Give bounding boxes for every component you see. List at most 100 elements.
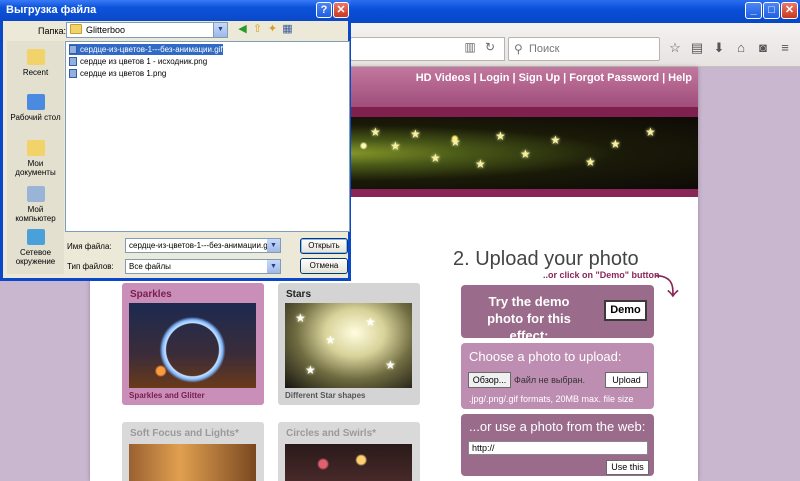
star-icon: ★ <box>645 125 656 139</box>
chevron-down-icon[interactable]: ▼ <box>267 239 280 252</box>
star-icon: ★ <box>610 137 621 151</box>
view-menu-icon[interactable]: ▦ <box>280 22 295 35</box>
chevron-down-icon[interactable]: ▼ <box>267 260 280 273</box>
back-icon[interactable]: ◀ <box>235 22 250 35</box>
new-folder-icon[interactable]: ✦ <box>265 22 280 35</box>
place-recent[interactable]: Recent <box>7 49 64 77</box>
curved-arrow-icon: ⤵ <box>655 274 679 301</box>
demo-panel: Try the demo photo for this effect: Demo <box>461 285 654 343</box>
web-photo-panel: ...or use a photo from the web: http:// … <box>461 414 654 476</box>
star-icon: ★ <box>370 125 381 139</box>
top-links: HD Videos | Login | Sign Up | Forgot Password |… <box>416 72 692 84</box>
pocket-icon[interactable]: ◙ <box>752 40 774 55</box>
toolbar-icons: ☆ ▤ ⬇ ⌂ ◙ ≡ <box>664 40 796 56</box>
separator: | <box>473 72 477 84</box>
computer-icon <box>26 186 45 202</box>
link-login[interactable]: Login <box>480 72 510 84</box>
separator: | <box>563 72 567 84</box>
effect-title: Circles and Swirls* <box>286 428 377 439</box>
browse-button[interactable]: Обзор... <box>468 372 511 388</box>
star-icon: ★ <box>430 151 441 165</box>
effect-card-sparkles[interactable]: Sparkles Sparkles and Glitter <box>122 283 264 405</box>
effect-card-circles[interactable]: Circles and Swirls* <box>278 422 420 481</box>
url-title: ...or use a photo from the web: <box>469 419 646 434</box>
use-this-button[interactable]: Use this <box>606 460 649 475</box>
no-file-text: Файл не выбран. <box>514 375 585 385</box>
effect-thumbnail <box>285 444 412 481</box>
star-icon: ★ <box>585 155 596 169</box>
chevron-down-icon[interactable]: ▼ <box>213 23 227 37</box>
file-type-label: Тип файлов: <box>67 262 114 271</box>
star-icon: ★ <box>385 358 396 372</box>
up-folder-icon[interactable]: ⇧ <box>250 22 265 35</box>
file-type-value: Все файлы <box>129 262 171 271</box>
download-icon[interactable]: ⬇ <box>708 40 730 56</box>
star-icon: ★ <box>390 139 401 153</box>
effect-thumbnail <box>129 303 256 388</box>
star-icon: ★ <box>410 127 421 141</box>
file-name-input[interactable]: сердце-из-цветов-1---без-анимации.gif ▼ <box>125 238 281 253</box>
place-label: Recent <box>22 68 49 77</box>
close-icon[interactable]: ✕ <box>781 2 798 19</box>
menu-icon[interactable]: ≡ <box>774 40 796 55</box>
folder-select[interactable]: Glitterboo ▼ <box>66 22 228 38</box>
separator: | <box>512 72 516 84</box>
photo-url-input[interactable]: http:// <box>468 441 648 455</box>
effect-title: Stars <box>286 289 312 300</box>
documents-icon <box>26 140 45 156</box>
dialog-toolbar: ◀ ⇧ ✦ ▦ <box>235 22 295 35</box>
star-icon: ★ <box>295 311 306 325</box>
clipboard-icon[interactable]: ▤ <box>686 40 708 56</box>
separator: | <box>662 72 666 84</box>
effect-caption: Sparkles and Glitter <box>129 391 205 400</box>
link-hd-videos[interactable]: HD Videos <box>416 72 471 84</box>
effect-title: Sparkles <box>130 289 172 300</box>
place-label: Рабочий стол <box>10 113 61 122</box>
file-name: сердце из цветов 1.png <box>80 69 167 78</box>
open-button[interactable]: Открыть <box>300 238 348 254</box>
place-desktop[interactable]: Рабочий стол <box>7 94 64 122</box>
help-icon[interactable]: ? <box>316 2 332 18</box>
folder-label: Папка: <box>38 26 66 36</box>
search-input[interactable]: ⚲ Поиск <box>508 37 660 61</box>
link-forgot-password[interactable]: Forgot Password <box>569 72 659 84</box>
effect-card-soft-focus[interactable]: Soft Focus and Lights* <box>122 422 264 481</box>
upload-button[interactable]: Upload <box>605 372 648 388</box>
demo-hint: ..or click on "Demo" button <box>543 270 660 280</box>
home-icon[interactable]: ⌂ <box>730 40 752 55</box>
star-icon: ★ <box>305 363 316 377</box>
file-item[interactable]: сердце-из-цветов-1---без-анимации.gif <box>69 44 223 55</box>
reader-view-icon[interactable]: ▥ <box>460 40 480 54</box>
star-icon: ★ <box>550 133 561 147</box>
places-bar: Recent Рабочий стол Мои документы Мой ко… <box>7 41 64 274</box>
effect-caption: Different Star shapes <box>285 391 366 400</box>
file-item[interactable]: сердце из цветов 1 - исходник.png <box>69 56 207 67</box>
urlbar-icons: ▥ ↻ <box>460 40 500 54</box>
effect-card-stars[interactable]: Stars ★ ★ ★ ★ ★ Different Star shapes <box>278 283 420 405</box>
formats-note: .jpg/.png/.gif formats, 20MB max. file s… <box>469 394 634 404</box>
bookmark-star-icon[interactable]: ☆ <box>664 40 686 56</box>
place-network[interactable]: Сетевое окружение <box>7 229 64 266</box>
cancel-button[interactable]: Отмена <box>300 258 348 274</box>
minimize-icon[interactable]: _ <box>745 2 762 19</box>
star-icon: ★ <box>325 333 336 347</box>
reload-icon[interactable]: ↻ <box>480 40 500 54</box>
dialog-title: Выгрузка файла <box>6 4 97 16</box>
link-help[interactable]: Help <box>668 72 692 84</box>
desktop-icon <box>26 94 45 110</box>
demo-button[interactable]: Demo <box>604 300 647 321</box>
place-computer[interactable]: Мой компьютер <box>7 186 64 223</box>
file-name-value: сердце-из-цветов-1---без-анимации.gif <box>129 241 272 250</box>
effect-thumbnail: ★ ★ ★ ★ ★ <box>285 303 412 388</box>
close-icon[interactable]: ✕ <box>333 2 349 18</box>
file-type-select[interactable]: Все файлы ▼ <box>125 259 281 274</box>
effect-thumbnail <box>129 444 256 481</box>
place-label: Сетевое окружение <box>15 248 56 266</box>
link-signup[interactable]: Sign Up <box>519 72 561 84</box>
maximize-icon[interactable]: □ <box>763 2 780 19</box>
place-documents[interactable]: Мои документы <box>7 140 64 177</box>
star-icon: ★ <box>365 315 376 329</box>
file-item[interactable]: сердце из цветов 1.png <box>69 68 166 79</box>
file-list: сердце-из-цветов-1---без-анимации.gif се… <box>65 41 350 232</box>
image-file-icon <box>69 57 77 66</box>
